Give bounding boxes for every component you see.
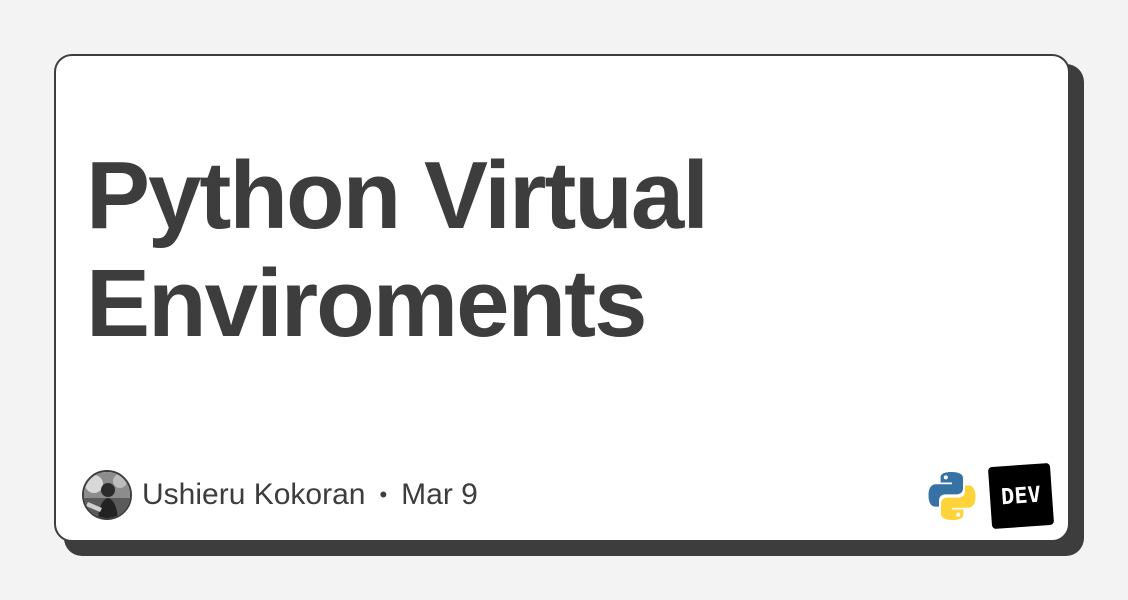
author-row: Ushieru Kokoran • Mar 9 [82, 468, 478, 522]
post-card[interactable]: Python Virtual Enviroments Ushieru Kokor… [54, 54, 1070, 542]
author-name[interactable]: Ushieru Kokoran [142, 478, 365, 512]
avatar[interactable] [82, 470, 132, 520]
python-logo-icon [926, 470, 978, 522]
dev-logo-text: DEV [1000, 482, 1042, 510]
post-date: Mar 9 [401, 478, 478, 511]
dev-logo[interactable]: DEV [987, 462, 1055, 530]
post-title[interactable]: Python Virtual Enviroments [86, 142, 1026, 358]
avatar-image-icon [84, 472, 130, 518]
logos: DEV [926, 462, 1055, 530]
meta-separator: • [379, 482, 388, 507]
